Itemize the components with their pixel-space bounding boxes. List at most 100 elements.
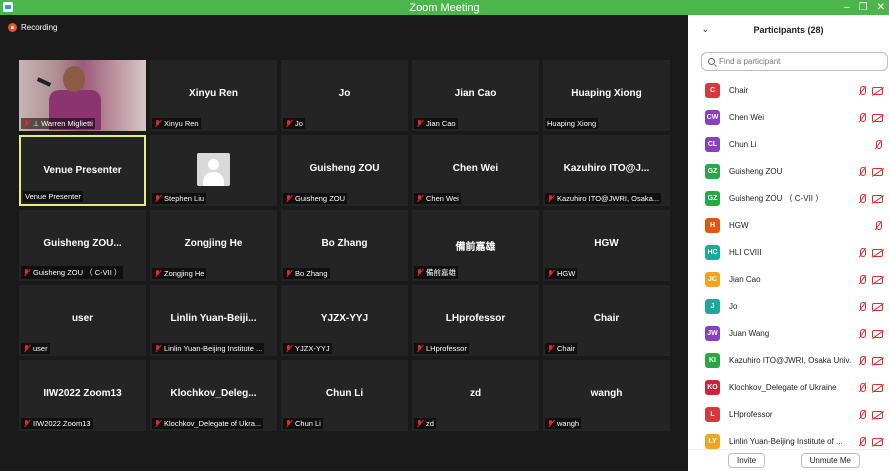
participant-row[interactable]: GZ Guisheng ZOU （ C-VII ）: [688, 185, 889, 212]
video-tile[interactable]: Huaping Xiong Huaping Xiong: [543, 60, 670, 131]
tile-display-name: HGW: [594, 238, 619, 249]
restore-icon[interactable]: ❐: [859, 2, 868, 13]
video-off-icon: [872, 194, 883, 203]
video-tile[interactable]: 備前嘉雄 備前嘉雄: [412, 210, 539, 281]
participant-status-icons: [857, 301, 883, 312]
tile-display-name: Venue Presenter: [43, 165, 122, 176]
tile-display-name: Jo: [338, 88, 351, 99]
video-tile[interactable]: Chun Li Chun Li: [281, 360, 408, 431]
tile-label-text: user: [33, 344, 48, 353]
tile-name-label: Guisheng ZOU: [283, 193, 348, 204]
video-off-icon: [872, 410, 883, 419]
participant-avatar: JC: [705, 272, 720, 287]
video-tile[interactable]: LHprofessor LHprofessor: [412, 285, 539, 356]
participant-status-icons: [857, 193, 883, 204]
chevron-down-icon[interactable]: ⌄: [702, 25, 709, 34]
search-input[interactable]: [719, 57, 879, 66]
video-tile[interactable]: Chen Wei Chen Wei: [412, 135, 539, 206]
avatar-icon: [197, 153, 230, 186]
window-title: Zoom Meeting: [409, 1, 480, 14]
tile-display-name: Guisheng ZOU...: [43, 238, 122, 249]
tile-name-label: Linlin Yuan-Beijing Institute ...: [152, 343, 265, 354]
video-tile[interactable]: Stephen Liu: [150, 135, 277, 206]
participant-status-icons: [857, 436, 883, 447]
video-tile[interactable]: IIW2022 Zoom13 IIW2022 Zoom13: [19, 360, 146, 431]
participant-row[interactable]: JC Jian Cao: [688, 266, 889, 293]
video-tile[interactable]: Jian Cao Jian Cao: [412, 60, 539, 131]
participant-name: Linlin Yuan-Beijing Institute of ...: [729, 437, 843, 446]
invite-button[interactable]: Invite: [728, 453, 766, 468]
mic-muted-icon: [857, 85, 867, 96]
tile-name-label: HGW: [545, 268, 578, 279]
participant-row[interactable]: HC HLI CVIII: [688, 239, 889, 266]
participant-row[interactable]: H HGW: [688, 212, 889, 239]
video-off-icon: [872, 275, 883, 284]
mic-muted-icon: [285, 119, 293, 128]
participant-row[interactable]: JW Juan Wang: [688, 320, 889, 347]
participant-status-icons: [873, 139, 883, 150]
participant-row[interactable]: CL Chun Li: [688, 131, 889, 158]
participant-status-icons: [857, 355, 883, 366]
mic-muted-icon: [416, 119, 424, 128]
video-tile[interactable]: Zongjing He Zongjing He: [150, 210, 277, 281]
video-tile[interactable]: ⊥ Warren Miglietti: [19, 60, 146, 131]
participant-status-icons: [857, 247, 883, 258]
tile-name-label: YJZX-YYJ: [283, 343, 332, 354]
mic-muted-icon: [416, 419, 424, 428]
tile-display-name: YJZX-YYJ: [320, 313, 369, 324]
video-tile[interactable]: Guisheng ZOU... Guisheng ZOU （ C-VII ）: [19, 210, 146, 281]
participant-row[interactable]: KO Klochkov_Delegate of Ukraine: [688, 374, 889, 401]
tile-display-name: user: [71, 313, 94, 324]
mic-muted-icon: [154, 119, 162, 128]
video-tile[interactable]: Xinyu Ren Xinyu Ren: [150, 60, 277, 131]
tile-label-text: wangh: [557, 419, 580, 428]
participant-name: Chen Wei: [729, 113, 764, 122]
tile-name-label: Jo: [283, 118, 305, 129]
video-tile[interactable]: Venue Presenter Venue Presenter: [19, 135, 146, 206]
tile-display-name: 備前嘉雄: [455, 242, 496, 253]
video-tile[interactable]: wangh wangh: [543, 360, 670, 431]
video-tile[interactable]: Chair Chair: [543, 285, 670, 356]
participant-row[interactable]: C Chair: [688, 77, 889, 104]
close-icon[interactable]: ✕: [877, 2, 885, 13]
video-off-icon: [872, 329, 883, 338]
tile-label-text: zd: [426, 419, 434, 428]
participant-row[interactable]: CW Chen Wei: [688, 104, 889, 131]
mic-muted-icon: [873, 220, 883, 231]
video-tile[interactable]: HGW HGW: [543, 210, 670, 281]
participant-row[interactable]: GZ Guisheng ZOU: [688, 158, 889, 185]
participant-row[interactable]: J Jo: [688, 293, 889, 320]
tile-display-name: Zongjing He: [184, 238, 243, 249]
video-tile[interactable]: Jo Jo: [281, 60, 408, 131]
tile-label-text: IIW2022 Zoom13: [33, 419, 91, 428]
video-tile[interactable]: user user: [19, 285, 146, 356]
participant-avatar: GZ: [705, 191, 720, 206]
mic-muted-icon: [285, 344, 293, 353]
video-off-icon: [872, 383, 883, 392]
recording-indicator[interactable]: Recording: [8, 23, 57, 32]
participants-header: ⌄ Participants (28): [688, 15, 889, 45]
unmute-me-button[interactable]: Unmute Me: [800, 453, 860, 468]
participant-status-icons: [857, 85, 883, 96]
participant-search[interactable]: [701, 52, 888, 71]
participant-avatar: C: [705, 83, 720, 98]
video-tile[interactable]: Guisheng ZOU Guisheng ZOU: [281, 135, 408, 206]
participant-row[interactable]: L LHprofessor: [688, 401, 889, 428]
video-tile[interactable]: Bo Zhang Bo Zhang: [281, 210, 408, 281]
participant-status-icons: [857, 274, 883, 285]
mic-muted-icon: [857, 247, 867, 258]
video-tile[interactable]: Linlin Yuan-Beiji... Linlin Yuan-Beijing …: [150, 285, 277, 356]
video-tile[interactable]: YJZX-YYJ YJZX-YYJ: [281, 285, 408, 356]
mic-muted-icon: [857, 436, 867, 447]
participants-title: Participants (28): [753, 25, 824, 35]
tile-name-label: Kazuhiro ITO@JWRI, Osaka...: [545, 193, 662, 204]
video-tile[interactable]: Klochkov_Deleg... Klochkov_Delegate of Uk…: [150, 360, 277, 431]
mic-muted-icon: [154, 194, 162, 203]
minimize-icon[interactable]: –: [844, 2, 850, 13]
video-tile[interactable]: zd zd: [412, 360, 539, 431]
participant-avatar: L: [705, 407, 720, 422]
video-tile[interactable]: Kazuhiro ITO@J... Kazuhiro ITO@JWRI, Osak…: [543, 135, 670, 206]
mic-muted-icon: [154, 419, 162, 428]
video-off-icon: [872, 437, 883, 446]
participant-row[interactable]: KI Kazuhiro ITO@JWRI, Osaka Univ.: [688, 347, 889, 374]
